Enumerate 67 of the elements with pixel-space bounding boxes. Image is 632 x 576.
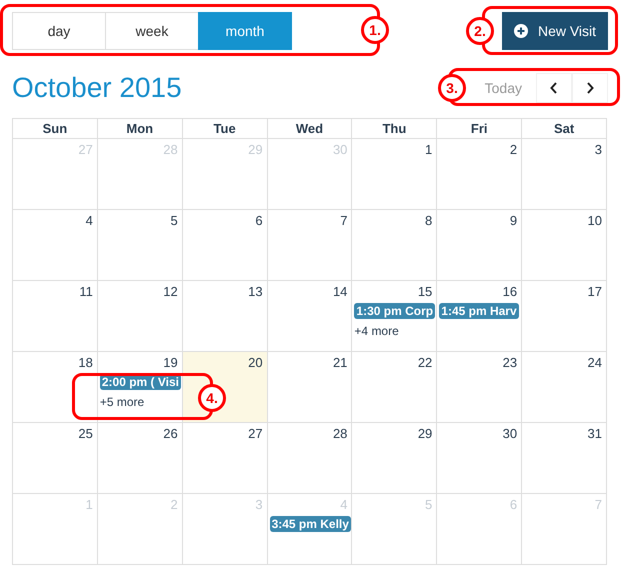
day-number: 22 (418, 355, 434, 370)
day-number: 26 (163, 426, 179, 441)
chevron-right-icon (586, 82, 594, 94)
callout-number: 2. (466, 17, 494, 45)
weekday-header: Sun (13, 119, 98, 139)
event-chip[interactable]: 1:30 pm Corp (354, 303, 436, 319)
day-number: 27 (78, 142, 94, 157)
day-number: 25 (78, 426, 94, 441)
view-tab[interactable]: day (12, 12, 106, 50)
day-number: 29 (418, 426, 434, 441)
day-number: 17 (588, 284, 603, 299)
day-number: 3 (594, 142, 603, 157)
callout-number: 1. (361, 16, 389, 44)
next-button[interactable] (572, 73, 608, 103)
weekday-header: Sat (522, 119, 607, 139)
event-chip[interactable]: 1:45 pm Harv (439, 303, 519, 319)
day-number: 31 (588, 426, 603, 441)
day-number: 3 (255, 497, 264, 512)
view-tab[interactable]: month (198, 12, 292, 50)
weekday-header: Thu (352, 119, 438, 139)
day-number: 13 (248, 284, 264, 299)
day-number: 12 (163, 284, 179, 299)
day-number: 14 (332, 284, 348, 299)
more-link[interactable]: +4 more (354, 324, 399, 338)
weekday-header: Fri (437, 119, 522, 139)
day-number: 29 (248, 142, 264, 157)
day-number: 6 (510, 497, 518, 512)
callout-number: 3. (438, 74, 466, 102)
weekday-header: Wed (268, 119, 352, 139)
day-number: 20 (248, 355, 264, 370)
day-number: 30 (332, 142, 348, 157)
day-number: 4 (86, 213, 94, 228)
day-number: 18 (78, 355, 94, 370)
day-number: 8 (425, 213, 434, 228)
day-number: 27 (248, 426, 264, 441)
day-number: 1 (425, 142, 434, 157)
day-number: 28 (163, 142, 179, 157)
day-number: 4 (340, 497, 348, 512)
day-number: 28 (332, 426, 348, 441)
day-number: 21 (332, 355, 348, 370)
day-number: 2 (170, 497, 179, 512)
new-visit-button[interactable]: New Visit (502, 12, 608, 50)
previous-button[interactable] (536, 73, 572, 103)
day-number: 11 (79, 284, 94, 299)
day-number: 7 (594, 497, 603, 512)
view-tab[interactable]: week (105, 12, 199, 50)
day-number: 10 (588, 213, 603, 228)
day-number: 19 (163, 355, 179, 370)
day-number: 30 (502, 426, 518, 441)
weekday-header: Tue (182, 119, 268, 139)
weekday-header: Mon (98, 119, 183, 139)
day-number: 16 (502, 284, 518, 299)
plus-circle-icon (514, 24, 528, 38)
event-chip[interactable]: 3:45 pm Kelly (270, 516, 351, 532)
day-number: 5 (170, 213, 179, 228)
day-number: 23 (502, 355, 518, 370)
day-number: 9 (510, 213, 518, 228)
chevron-left-icon (550, 82, 558, 94)
day-number: 7 (340, 213, 348, 228)
day-number: 24 (588, 355, 603, 370)
more-link[interactable]: +5 more (100, 395, 144, 409)
month-title: October 2015 (12, 72, 182, 104)
day-number: 15 (418, 284, 434, 299)
day-number: 2 (510, 142, 518, 157)
day-number: 1 (86, 497, 94, 512)
day-number: 5 (425, 497, 434, 512)
day-number: 6 (255, 213, 264, 228)
